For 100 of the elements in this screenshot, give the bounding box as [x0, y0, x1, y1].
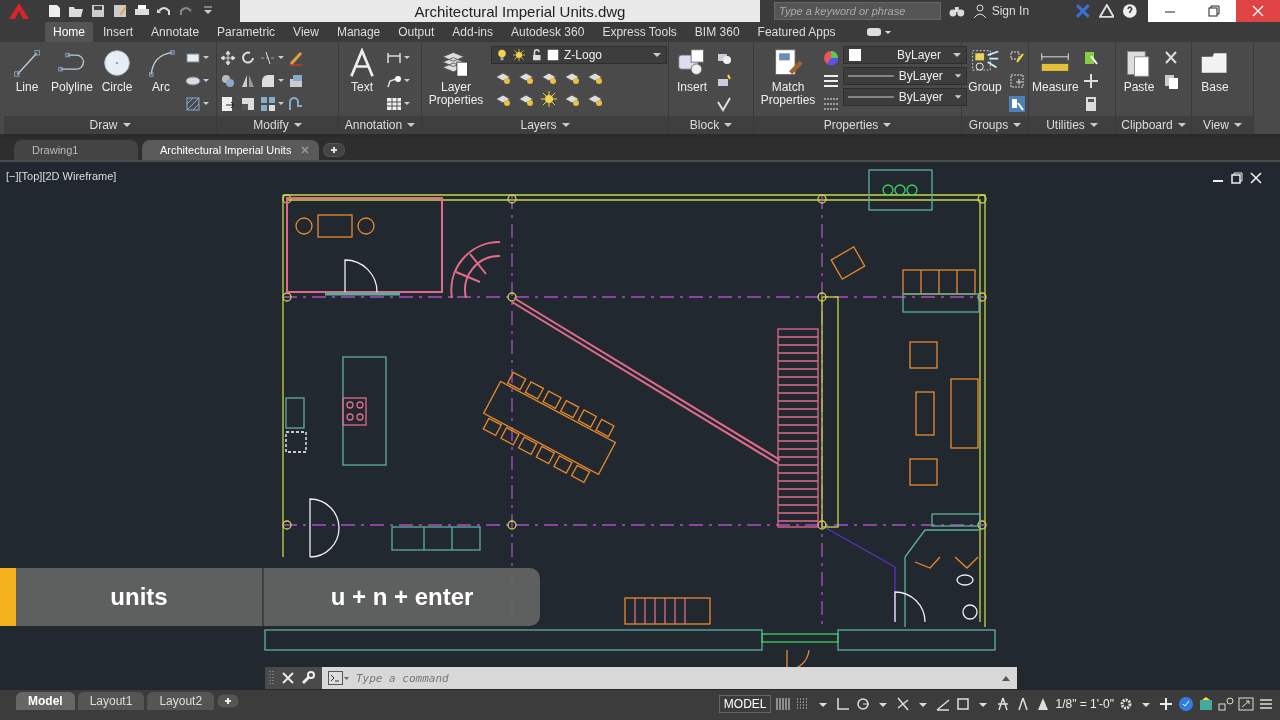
workspace-icon[interactable] — [1198, 696, 1214, 712]
lineweight-icon — [823, 95, 839, 112]
search-field[interactable]: Type a keyword or phrase — [774, 2, 941, 20]
property-dropdown[interactable]: ByLayer — [843, 88, 967, 106]
panel-title[interactable]: Annotation — [339, 116, 421, 134]
document-tab[interactable]: Drawing1 — [14, 140, 138, 160]
layout-tab[interactable]: Layout2 — [147, 692, 215, 710]
caret-icon — [407, 122, 416, 128]
help-icon[interactable] — [1122, 3, 1138, 19]
polar-icon[interactable] — [855, 696, 872, 712]
array-icon — [260, 95, 276, 112]
tool-button[interactable]: Layer Properties — [425, 46, 487, 107]
tool-button[interactable]: Measure — [1032, 46, 1079, 94]
caret-icon — [1233, 122, 1242, 128]
shapes-icon[interactable] — [1218, 696, 1234, 712]
ribbon-tab[interactable]: Add-ins — [444, 22, 501, 42]
document-tab[interactable]: Architectural Imperial Units — [142, 140, 320, 160]
dropdown-value: Z-Logo — [564, 48, 604, 62]
tool-button[interactable]: Insert — [672, 46, 712, 94]
panel-title[interactable]: Modify — [217, 116, 338, 134]
plus-icon[interactable] — [1158, 696, 1174, 712]
tool-button[interactable] — [220, 48, 236, 67]
ribbon-tab[interactable]: BIM 360 — [686, 22, 748, 42]
panel-title[interactable]: Groups — [962, 116, 1028, 134]
wrench-icon[interactable] — [301, 671, 315, 685]
ribbon-tab[interactable]: View — [285, 22, 327, 42]
caret-icon — [652, 51, 662, 59]
layout-tab[interactable]: Layout1 — [77, 692, 145, 710]
panel-title[interactable]: Clipboard — [1116, 116, 1191, 134]
layer-dropdown[interactable]: Z-Logo — [491, 46, 667, 64]
restore-icon[interactable] — [1231, 172, 1243, 184]
viewport-controls-label[interactable]: [−][Top][2D Wireframe] — [6, 170, 117, 182]
menu-icon[interactable] — [1258, 696, 1274, 712]
tool-button[interactable]: Arc — [141, 46, 182, 94]
caret-icon — [293, 122, 302, 128]
annotation-scale-button[interactable]: 1/8" = 1'-0" — [1055, 697, 1114, 711]
panel-title[interactable]: View — [1192, 116, 1253, 134]
dropdown-value: ByLayer — [895, 48, 942, 62]
tool-button[interactable]: Match Properties — [757, 46, 819, 107]
new-layout-icon[interactable] — [217, 694, 240, 708]
panel-title[interactable]: Layers — [422, 116, 668, 134]
caret-icon — [724, 122, 733, 128]
layout-tab[interactable]: Model — [16, 692, 75, 710]
check-circle-icon[interactable] — [1178, 696, 1194, 712]
save-icon[interactable] — [90, 3, 106, 19]
tool-button[interactable]: Circle — [97, 46, 138, 94]
dropdown-value: ByLayer — [898, 90, 944, 104]
tool-button[interactable]: Paste — [1119, 46, 1159, 94]
save-as-icon[interactable] — [112, 3, 128, 19]
ribbon-tab[interactable]: Express Tools — [594, 22, 685, 42]
triangle-icon[interactable] — [1098, 4, 1115, 18]
dropdown-value: ByLayer — [898, 69, 944, 83]
gear-icon[interactable] — [1118, 696, 1134, 712]
ribbon-tab[interactable]: Autodesk 360 — [503, 22, 593, 42]
caret-icon — [952, 51, 962, 59]
panel-title[interactable]: Block — [669, 116, 753, 134]
osnap-icon[interactable] — [955, 696, 972, 712]
ribbon-tab[interactable]: Manage — [328, 22, 389, 42]
trim-icon — [260, 49, 276, 66]
new-tab-icon[interactable] — [323, 143, 346, 157]
tool-button[interactable] — [541, 89, 557, 108]
ribbon-tab[interactable]: Home — [45, 22, 93, 42]
tool-button[interactable] — [823, 48, 839, 67]
line-icon — [12, 48, 42, 78]
ribbon-tab[interactable]: Insert — [95, 22, 142, 42]
caret-icon — [404, 78, 410, 83]
person-icon[interactable] — [972, 4, 987, 18]
tool-button[interactable]: Base — [1195, 46, 1235, 94]
tool-button[interactable] — [1009, 94, 1025, 113]
binoculars-icon[interactable] — [949, 4, 965, 18]
ribbon-tab[interactable]: Annotate — [143, 22, 208, 42]
tool-button[interactable] — [1082, 71, 1099, 90]
new-file-icon[interactable] — [46, 3, 62, 19]
scissors-icon — [1163, 49, 1179, 66]
ribbon-tab[interactable]: Output — [390, 22, 443, 42]
ortho-icon[interactable] — [835, 696, 852, 712]
tool-button[interactable] — [220, 94, 236, 113]
scale-icon — [240, 95, 256, 112]
panel-title[interactable]: Draw — [4, 116, 216, 134]
panel-title[interactable]: Properties — [754, 116, 961, 134]
tool-button[interactable]: Polyline — [51, 46, 94, 94]
tool-button[interactable] — [260, 94, 284, 113]
panel-toggle-icon[interactable] — [865, 26, 892, 38]
tool-button[interactable]: Line — [7, 46, 47, 94]
panel-title[interactable]: Utilities — [1029, 116, 1115, 134]
fullscreen-icon[interactable] — [1238, 696, 1254, 712]
hatch-icon — [185, 95, 202, 112]
model-space-button[interactable]: MODEL — [718, 695, 772, 713]
grip-handle-icon[interactable] — [269, 670, 275, 686]
group-selection-icon — [1009, 95, 1025, 112]
tool-button[interactable]: Text — [342, 46, 382, 94]
property-dropdown[interactable]: ByLayer — [843, 46, 967, 64]
insert-arrow-icon — [220, 95, 236, 112]
tool-button[interactable]: Group — [965, 46, 1005, 94]
ribbon-tab[interactable]: Parametric — [209, 22, 284, 42]
grid-icon[interactable] — [775, 696, 792, 712]
caret-icon — [278, 55, 284, 60]
property-dropdown[interactable]: ByLayer — [843, 67, 967, 85]
sign-in-button[interactable]: Sign In — [972, 4, 1067, 18]
ribbon-tab[interactable]: Featured Apps — [749, 22, 844, 42]
